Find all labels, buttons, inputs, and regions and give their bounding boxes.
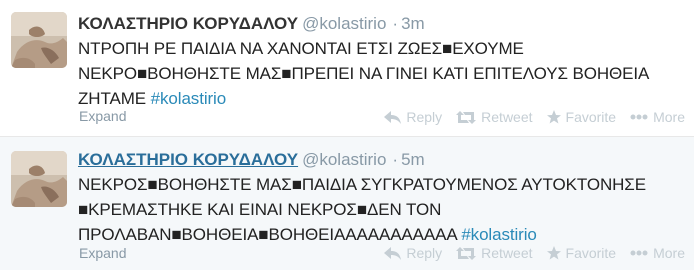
reply-button[interactable]: Reply — [384, 245, 442, 261]
tweet-text-line: ΠΡΟΛΑΒΑΝ■ΒΟΗΘΕΙΑ■ΒΟΗΘΕΙΑΑΑΑΑΑΑΑΑΑΑ #kola… — [78, 222, 678, 247]
tweet-text-line: ΝΕΚΡΟΣ■ΒΟΗΘΗΣΤΕ ΜΑΣ■ΠΑΙΔΙΑ ΣΥΓΚΡΑΤΟΥΜΕΝΟ… — [78, 175, 646, 194]
hashtag-link[interactable]: #kolastirio — [461, 225, 537, 244]
tweet-text-line: ΖΗΤΑΜΕ #kolastirio — [78, 86, 678, 111]
tweet-text: ΝΤΡΟΠΗ ΡΕ ΠΑΙΔΙΑ ΝΑ ΧΑΝΟΝΤΑΙ ΕΤΣΙ ΖΩΕΣ■Ε… — [78, 36, 678, 111]
favorite-label: Favorite — [565, 245, 617, 261]
more-label: More — [653, 245, 685, 261]
reply-icon — [384, 246, 402, 260]
separator-dot: · — [392, 150, 399, 169]
tweet-text-line: ΝΤΡΟΠΗ ΡΕ ΠΑΙΔΙΑ ΝΑ ΧΑΝΟΝΤΑΙ ΕΤΣΙ ΖΩΕΣ■Ε… — [78, 39, 524, 58]
expand-link[interactable]: Expand — [79, 108, 126, 124]
username[interactable]: @kolastirio — [302, 150, 386, 169]
tweet-header: ΚΟΛΑΣΤΗΡΙΟ ΚΟΡΥΔΑΛΟΥ @kolastirio · 5m — [78, 150, 425, 170]
reply-label: Reply — [406, 109, 443, 125]
separator-dot: · — [392, 14, 399, 33]
more-label: More — [653, 109, 685, 125]
retweet-icon — [456, 246, 477, 260]
fullname[interactable]: ΚΟΛΑΣΤΗΡΙΟ ΚΟΡΥΔΑΛΟΥ — [78, 14, 298, 33]
favorite-label: Favorite — [565, 109, 617, 125]
avatar-photo — [11, 12, 67, 68]
reply-icon — [384, 110, 402, 124]
tweet-text-segment: ΠΡΟΛΑΒΑΝ■ΒΟΗΘΕΙΑ■ΒΟΗΘΕΙΑΑΑΑΑΑΑΑΑΑΑ — [78, 225, 462, 244]
timestamp[interactable]: 3m — [401, 14, 425, 33]
tweet-text: ΝΕΚΡΟΣ■ΒΟΗΘΗΣΤΕ ΜΑΣ■ΠΑΙΔΙΑ ΣΥΓΚΡΑΤΟΥΜΕΝΟ… — [78, 172, 678, 247]
tweet-header: ΚΟΛΑΣΤΗΡΙΟ ΚΟΡΥΔΑΛΟΥ @kolastirio · 3m — [78, 14, 425, 34]
star-icon — [546, 110, 561, 124]
tweet-actions: Reply Retweet Favorite More — [370, 245, 685, 261]
retweet-button[interactable]: Retweet — [456, 109, 533, 125]
more-dots-icon — [630, 250, 648, 256]
tweet-1[interactable]: ΚΟΛΑΣΤΗΡΙΟ ΚΟΡΥΔΑΛΟΥ @kolastirio · 3m ΝΤΡΟΠ… — [0, 0, 694, 137]
tweet-stream: ΚΟΛΑΣΤΗΡΙΟ ΚΟΡΥΔΑΛΟΥ @kolastirio · 3m ΝΤΡΟΠ… — [0, 0, 694, 270]
more-button[interactable]: More — [630, 109, 685, 125]
retweet-button[interactable]: Retweet — [456, 245, 533, 261]
favorite-button[interactable]: Favorite — [546, 109, 617, 125]
avatar[interactable] — [11, 151, 67, 207]
tweet-actions: Reply Retweet Favorite More — [370, 109, 685, 125]
more-dots-icon — [630, 114, 648, 120]
expand-link[interactable]: Expand — [79, 245, 126, 261]
hashtag-link[interactable]: #kolastirio — [151, 89, 227, 108]
reply-button[interactable]: Reply — [384, 109, 442, 125]
avatar-photo — [11, 151, 67, 207]
retweet-icon — [456, 110, 477, 124]
star-icon — [546, 246, 561, 260]
tweet-text-line: ΝΕΚΡΟ■ΒΟΗΘΗΣΤΕ ΜΑΣ■ΠΡΕΠΕΙ ΝΑ ΓΙΝΕΙ ΚΑΤΙ … — [78, 64, 650, 83]
favorite-button[interactable]: Favorite — [546, 245, 617, 261]
retweet-label: Retweet — [481, 109, 533, 125]
timestamp[interactable]: 5m — [401, 150, 425, 169]
username[interactable]: @kolastirio — [302, 14, 386, 33]
avatar[interactable] — [11, 12, 67, 68]
reply-label: Reply — [406, 245, 443, 261]
tweet-text-segment: ΖΗΤΑΜΕ — [78, 89, 151, 108]
fullname[interactable]: ΚΟΛΑΣΤΗΡΙΟ ΚΟΡΥΔΑΛΟΥ — [78, 150, 298, 169]
tweet-text-line: ■ΚΡΕΜΑΣΤΗΚΕ ΚΑΙ ΕΙΝΑΙ ΝΕΚΡΟΣ■ΔΕΝ ΤΟΝ — [78, 200, 442, 219]
tweet-2[interactable]: ΚΟΛΑΣΤΗΡΙΟ ΚΟΡΥΔΑΛΟΥ @kolastirio · 5m ΝΕΚΡΟ… — [0, 137, 694, 270]
retweet-label: Retweet — [481, 245, 533, 261]
more-button[interactable]: More — [630, 245, 685, 261]
